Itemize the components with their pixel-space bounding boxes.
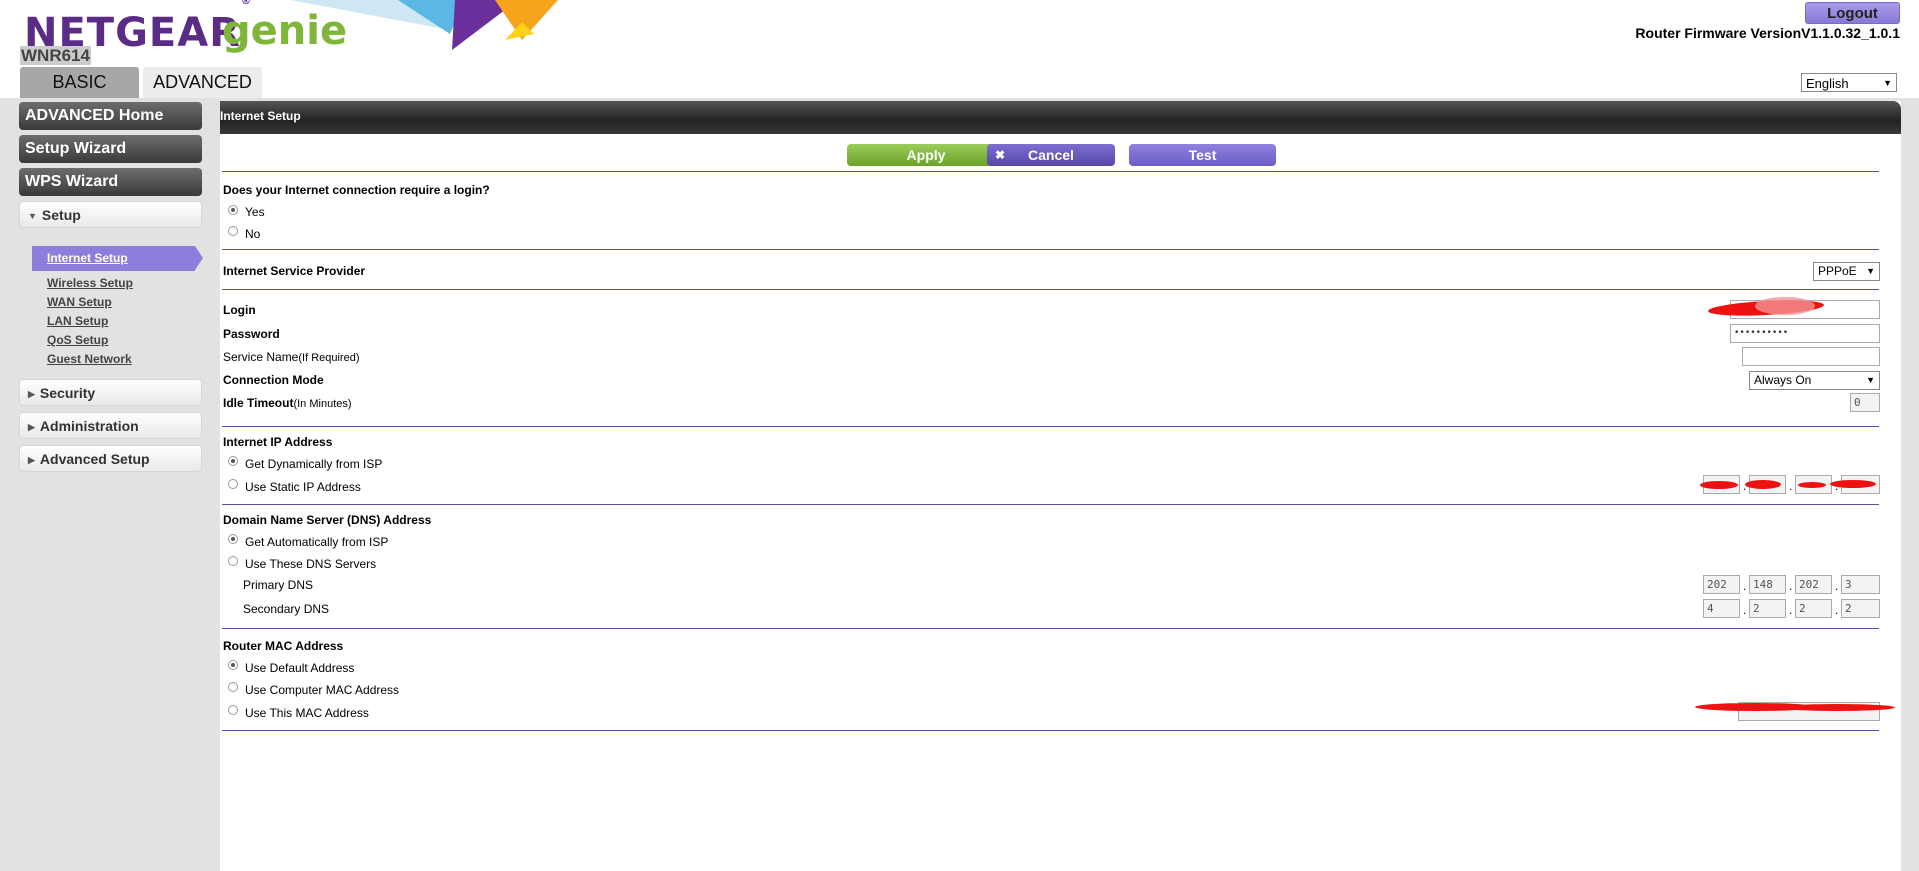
secondary-dns-octet-3[interactable]: 2	[1795, 599, 1832, 618]
main-panel: Internet Setup Apply▶ ✖Cancel Test Does …	[220, 101, 1901, 871]
ip-dynamic-label: Get Dynamically from ISP	[245, 457, 383, 471]
redaction-mark	[1798, 482, 1826, 488]
ip-dot: .	[1789, 579, 1793, 593]
close-icon: ✖	[995, 148, 1006, 162]
password-input[interactable]: ••••••••••	[1730, 324, 1880, 343]
sidebar-wps-wizard-button[interactable]: WPS Wizard	[19, 168, 202, 196]
mac-custom-radio[interactable]	[228, 705, 238, 715]
divider	[222, 504, 1879, 505]
chevron-down-icon: ▼	[1883, 78, 1892, 88]
connection-mode-label: Connection Mode	[223, 373, 324, 387]
divider	[222, 628, 1879, 629]
secondary-dns-octet-1[interactable]: 4	[1703, 599, 1740, 618]
ip-dot: .	[1789, 479, 1793, 493]
page-title: Internet Setup	[220, 109, 301, 123]
ip-dot: .	[1743, 603, 1747, 617]
redaction-mark	[1745, 480, 1781, 489]
cancel-button[interactable]: ✖ Cancel	[987, 144, 1115, 166]
sidebar-item-wireless-setup[interactable]: Wireless Setup	[47, 276, 133, 290]
title-bar: Internet Setup	[220, 101, 1901, 134]
dns-manual-radio[interactable]	[228, 556, 238, 566]
primary-dns-octet-1[interactable]: 202	[1703, 575, 1740, 594]
login-yes-radio[interactable]	[228, 205, 238, 215]
sidebar-item-qos-setup[interactable]: QoS Setup	[47, 333, 108, 347]
password-label: Password	[223, 327, 280, 341]
triangle-right-icon: ▶	[28, 389, 35, 399]
login-no-radio[interactable]	[228, 226, 238, 236]
login-no-label: No	[245, 227, 261, 241]
header: NETGEAR® genie WNR614 Logout Router Firm…	[0, 0, 1919, 98]
primary-dns-octet-3[interactable]: 202	[1795, 575, 1832, 594]
sidebar-section-setup[interactable]: ▼ Setup	[19, 201, 202, 228]
dns-manual-label: Use These DNS Servers	[245, 557, 377, 571]
triangle-down-icon: ▼	[28, 211, 37, 221]
login-yes-label: Yes	[245, 205, 265, 219]
active-arrow-icon	[195, 246, 203, 270]
login-field-label: Login	[223, 303, 256, 317]
primary-dns-label: Primary DNS	[243, 578, 314, 592]
service-name-label: Service Name(If Required)	[223, 350, 360, 364]
mac-section-label: Router MAC Address	[223, 639, 344, 653]
isp-select[interactable]: PPPoE ▼	[1813, 262, 1880, 281]
ip-dot: .	[1835, 603, 1839, 617]
redaction-mark	[1755, 297, 1815, 315]
sidebar-section-advanced-setup[interactable]: ▶ Advanced Setup	[19, 445, 202, 472]
sidebar-item-guest-network[interactable]: Guest Network	[47, 352, 132, 366]
dns-auto-label: Get Automatically from ISP	[245, 535, 389, 549]
secondary-dns-octet-4[interactable]: 2	[1841, 599, 1880, 618]
service-name-input[interactable]	[1742, 347, 1880, 366]
redaction-mark	[1830, 480, 1876, 488]
sidebar-item-wan-setup[interactable]: WAN Setup	[47, 295, 112, 309]
connection-mode-select[interactable]: Always On ▼	[1749, 371, 1880, 390]
isp-label: Internet Service Provider	[223, 264, 366, 278]
triangle-right-icon: ▶	[28, 455, 35, 465]
banner-graphic	[290, 0, 558, 50]
mac-computer-radio[interactable]	[228, 682, 238, 692]
login-question: Does your Internet connection require a …	[223, 183, 490, 197]
dns-section-label: Domain Name Server (DNS) Address	[223, 513, 432, 527]
test-button[interactable]: Test	[1129, 144, 1276, 166]
dns-auto-radio[interactable]	[228, 534, 238, 544]
primary-dns-octet-4[interactable]: 3	[1841, 575, 1880, 594]
primary-dns-octet-2[interactable]: 148	[1749, 575, 1786, 594]
tab-advanced[interactable]: ADVANCED	[143, 67, 262, 98]
sidebar-section-administration[interactable]: ▶ Administration	[19, 412, 202, 439]
mac-default-radio[interactable]	[228, 660, 238, 670]
model-name: WNR614	[20, 46, 91, 65]
triangle-right-icon: ▶	[28, 422, 35, 432]
ip-dynamic-radio[interactable]	[228, 456, 238, 466]
secondary-dns-octet-2[interactable]: 2	[1749, 599, 1786, 618]
divider	[222, 289, 1879, 290]
sidebar-setup-wizard-button[interactable]: Setup Wizard	[19, 135, 202, 163]
redaction-mark	[1700, 481, 1738, 489]
mac-custom-label: Use This MAC Address	[245, 706, 369, 720]
ip-section-label: Internet IP Address	[223, 435, 333, 449]
idle-timeout-input[interactable]: 0	[1850, 393, 1880, 412]
chevron-down-icon: ▼	[1866, 266, 1875, 276]
divider	[222, 249, 1879, 250]
redaction-mark	[1780, 704, 1895, 711]
chevron-down-icon: ▼	[1866, 375, 1875, 385]
mac-computer-label: Use Computer MAC Address	[245, 683, 400, 697]
divider	[222, 171, 1879, 172]
language-select[interactable]: English ▼	[1801, 73, 1897, 92]
idle-timeout-label: Idle Timeout(In Minutes)	[223, 396, 352, 410]
firmware-version: Router Firmware VersionV1.1.0.32_1.0.1	[1635, 25, 1900, 41]
secondary-dns-label: Secondary DNS	[243, 602, 330, 616]
sidebar-item-lan-setup[interactable]: LAN Setup	[47, 314, 108, 328]
apply-button[interactable]: Apply▶	[847, 144, 1005, 166]
ip-dot: .	[1743, 579, 1747, 593]
sidebar-item-internet-setup[interactable]: Internet Setup	[47, 251, 128, 265]
ip-static-radio[interactable]	[228, 479, 238, 489]
ip-static-label: Use Static IP Address	[245, 480, 361, 494]
logout-button[interactable]: Logout	[1805, 2, 1900, 24]
divider	[222, 730, 1879, 731]
sidebar-section-security[interactable]: ▶ Security	[19, 379, 202, 406]
mac-default-label: Use Default Address	[245, 661, 355, 675]
tab-basic[interactable]: BASIC	[20, 67, 139, 98]
ip-dot: .	[1789, 603, 1793, 617]
sidebar-advanced-home-button[interactable]: ADVANCED Home	[19, 102, 202, 130]
divider	[222, 426, 1879, 427]
ip-dot: .	[1835, 579, 1839, 593]
